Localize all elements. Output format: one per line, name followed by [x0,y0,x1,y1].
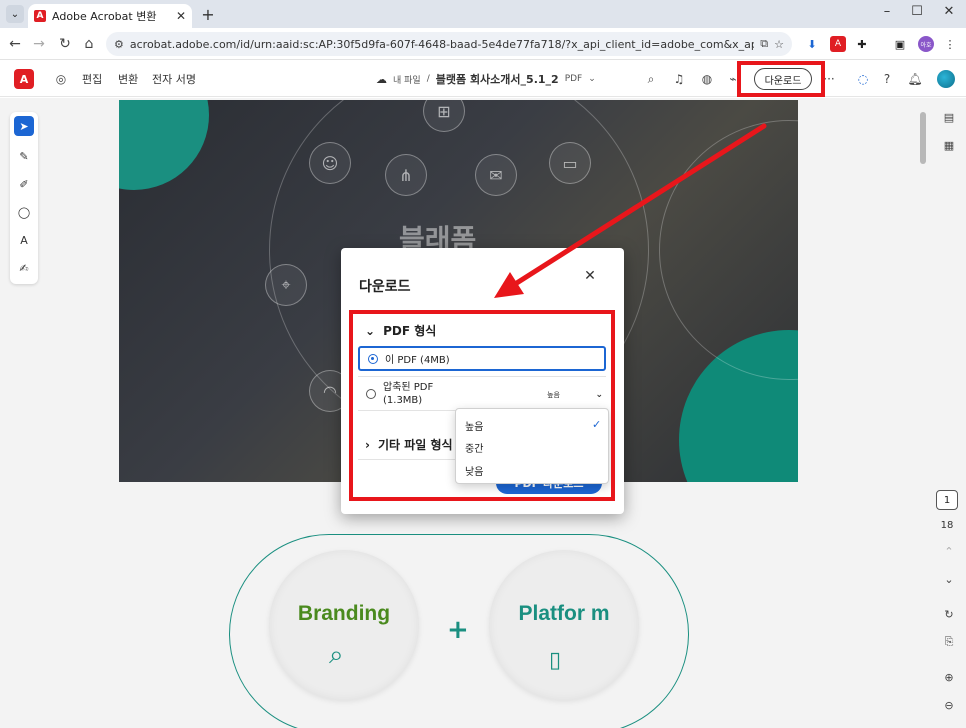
url-text: acrobat.adobe.com/id/urn:aaid:sc:AP:30f5… [129,37,754,51]
lasso-icon[interactable]: ◯ [14,202,34,222]
user-avatar[interactable] [937,70,955,88]
browser-tab-active[interactable]: A Adobe Acrobat 변환 ✕ [28,4,192,28]
extension-download-icon[interactable]: ⬇ [804,36,820,52]
minimize-button[interactable]: – [876,4,898,22]
document-type: PDF [564,74,583,84]
menu-convert[interactable]: 변환 [118,71,138,87]
breadcrumb-my-files[interactable]: 내 파일 [393,73,421,86]
page-tool-icon[interactable]: ⎘ [940,633,958,651]
chart-magnifier-icon: ⌕ [329,640,344,670]
current-page-input[interactable]: 1 [936,490,958,510]
decorative-teal-circle [119,100,209,190]
search-icon[interactable]: ⌕ [642,70,660,88]
mail-icon: ✉ [475,154,517,196]
monitor-icon: ▭ [549,142,591,184]
acrobat-logo-icon[interactable]: A [14,69,34,89]
acrobat-favicon-icon: A [34,10,46,22]
branding-label: Branding [297,602,391,625]
chevron-down-icon[interactable]: ⌄ [588,74,596,84]
close-window-button[interactable]: ✕ [938,4,960,22]
document-name: 블랫폼 회사소개서_5.1_2 [435,73,559,86]
zoom-in-icon[interactable]: ⊕ [940,668,958,686]
browser-tab-strip: ⌄ A Adobe Acrobat 변환 ✕ + – ☐ ✕ [0,0,966,28]
tab-title: Adobe Acrobat 변환 [52,10,157,23]
sync-status-icon[interactable]: ◌ [854,70,872,88]
vertical-scrollbar[interactable] [918,106,928,722]
document-title[interactable]: ☁ 내 파일 / 블랫폼 회사소개서_5.1_2 PDF ⌄ [376,71,596,87]
platform-label: Platfor m [518,602,610,625]
share-icon: ⋔ [385,154,427,196]
platform-bubble: Platfor m ▯ [489,550,639,700]
help-icon[interactable]: ? [878,70,896,88]
signature-icon[interactable]: ✍ [14,258,34,278]
total-pages: 18 [940,520,954,531]
location-icon: ⌖ [265,264,307,306]
scrollbar-thumb[interactable] [920,112,926,164]
read-aloud-icon[interactable]: ♫ [670,70,688,88]
tab-list-chevron-icon[interactable]: ⌄ [6,5,24,23]
forward-arrow-icon[interactable]: → [30,35,48,53]
install-app-icon[interactable]: ⧉ [760,37,768,51]
home-icon[interactable]: ⌂ [80,35,98,53]
devices-icon: ▯ [549,648,562,673]
acrobat-extension-icon[interactable]: A [830,36,846,52]
breadcrumb-separator: / [426,74,430,84]
new-tab-button[interactable]: + [198,4,218,24]
tab-close-icon[interactable]: ✕ [176,9,186,23]
site-settings-icon[interactable]: ⚙ [114,38,124,51]
dialog-title: 다운로드 [359,279,411,295]
notifications-bell-icon[interactable]: 🔔︎ [906,70,924,88]
select-pointer-icon[interactable]: ➤ [14,116,34,136]
next-page-chevron-icon[interactable]: ⌄ [940,570,958,588]
dialog-close-icon[interactable]: ✕ [582,268,598,284]
browser-toolbar: ← → ↻ ⌂ ⚙ acrobat.adobe.com/id/urn:aaid:… [0,28,966,60]
pdf-page-2: Branding ⌕ + Platfor m ▯ [119,500,798,728]
back-arrow-icon[interactable]: ← [6,35,24,53]
annotation-highlight-pdf-format [349,310,615,501]
rotate-icon[interactable]: ↻ [940,605,958,623]
left-tool-rail: ➤ ✎ ✐ ◯ A ✍ [10,112,38,284]
side-panel-icon[interactable]: ▣ [892,36,908,52]
draw-pen-icon[interactable]: ✐ [14,174,34,194]
comment-icon[interactable]: ✎ [14,146,34,166]
annotation-highlight-download [737,61,825,97]
cloud-icon: ☁ [376,72,387,86]
profile-avatar[interactable]: 아호 [918,36,934,52]
maximize-button[interactable]: ☐ [906,4,928,22]
ai-chat-icon[interactable]: ◍ [698,70,716,88]
menu-esign[interactable]: 전자 서명 [152,71,196,87]
bookmark-star-icon[interactable]: ☆ [774,38,784,51]
people-icon: ☺ [309,142,351,184]
reload-icon[interactable]: ↻ [56,35,74,53]
address-bar[interactable]: ⚙ acrobat.adobe.com/id/urn:aaid:sc:AP:30… [106,32,792,56]
branding-bubble: Branding ⌕ [269,550,419,700]
zoom-out-icon[interactable]: ⊖ [940,696,958,714]
decorative-ring [659,120,798,380]
browser-menu-icon[interactable]: ⋮ [942,36,958,52]
extensions-puzzle-icon[interactable]: ✚ [854,36,870,52]
text-box-icon[interactable]: A [14,230,34,250]
previous-page-chevron-icon[interactable]: ⌃ [940,542,958,560]
thumbnails-grid-icon[interactable]: ▦ [940,136,958,154]
comments-panel-icon[interactable]: ▤ [940,108,958,126]
ai-assistant-icon[interactable]: ◎ [52,70,70,88]
screen: ⌄ A Adobe Acrobat 변환 ✕ + – ☐ ✕ ← → ↻ ⌂ ⚙… [0,0,966,728]
plus-sign: + [447,615,469,645]
menu-edit[interactable]: 편집 [82,71,102,87]
